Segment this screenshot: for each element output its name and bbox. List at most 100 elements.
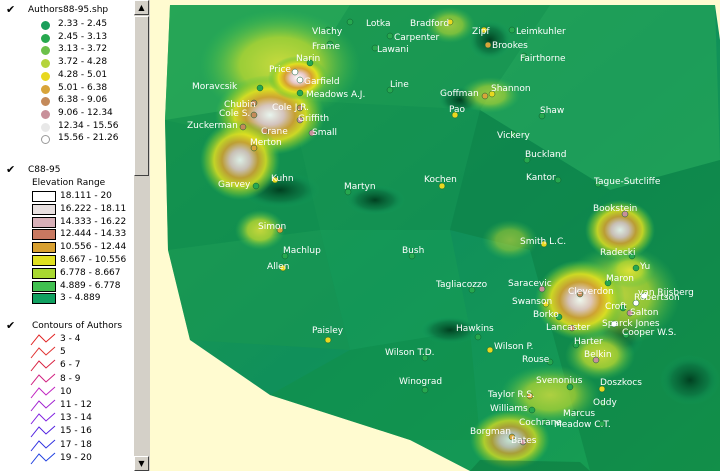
authors-legend-item: 4.28 - 5.01 [0,69,133,82]
legend-item-label: 6 - 7 [60,360,81,371]
author-point[interactable] [324,336,332,344]
point-symbol [41,135,50,145]
author-label: Cole S. [219,109,251,119]
author-label: Taylor R.S. [488,390,535,400]
author-label: Kantor [526,173,556,183]
author-label: Harter [574,337,603,347]
author-point[interactable] [296,89,304,97]
elevation-layer-title[interactable]: C88-95 [28,165,60,175]
author-label: Griffith [298,114,330,124]
authors-legend-item: 5.01 - 6.38 [0,82,133,95]
author-label: Fairthorne [520,54,566,64]
author-point[interactable] [239,123,247,131]
authors-layer-title[interactable]: Authors88-95.shp [28,5,108,15]
contour-legend-item: 3 - 4 [0,333,133,346]
author-label: Simon [258,222,287,232]
author-point[interactable] [346,18,354,26]
scroll-thumb[interactable] [134,16,149,176]
author-point[interactable] [486,346,494,354]
legend-scrollbar[interactable]: ▲ ▼ [133,0,150,471]
author-point[interactable] [421,386,429,394]
author-label: Goffman [440,89,479,99]
legend-item-label: 14.333 - 16.22 [60,216,127,227]
contour-line-symbol [30,346,56,359]
author-label: Bates [511,436,537,446]
point-symbol [41,97,50,107]
author-point[interactable] [252,182,260,190]
color-swatch [32,229,56,241]
author-label: Price [269,65,291,75]
author-label: Cooper W.S. [622,328,677,338]
author-label: Cole J.R. [272,103,309,113]
author-label: Saracevic [508,279,552,289]
contours-layer-title[interactable]: Contours of Authors [32,321,122,331]
point-symbol [41,21,50,30]
author-point[interactable] [291,68,299,76]
author-label: Machlup [283,246,321,256]
scroll-up-button[interactable]: ▲ [134,0,149,15]
author-label: Oddy [593,398,617,408]
author-label: Vickery [497,131,530,141]
author-label: Leimkuhler [516,27,566,37]
author-label: Paisley [312,326,344,336]
author-point[interactable] [296,76,304,84]
legend-item-label: 3 - 4.889 [60,293,101,304]
scroll-down-button[interactable]: ▼ [134,456,149,471]
legend-item-label: 10.556 - 12.44 [60,242,127,253]
authors-layer-checkbox[interactable]: ✔ [6,4,17,15]
contour-legend-item: 10 [0,386,133,399]
author-point[interactable] [481,92,489,100]
legend-item-label: 16.222 - 18.11 [60,203,127,214]
author-label: Wilson P. [494,342,534,352]
contour-line-symbol [30,373,56,385]
author-label: Hawkins [456,324,494,334]
contour-line-symbol [30,439,56,451]
elevation-legend-item: 6.778 - 8.667 [0,267,133,280]
author-point[interactable] [474,333,482,341]
author-label: Marcus [563,409,596,419]
elevation-legend-item: 12.444 - 14.33 [0,228,133,241]
contour-legend-item: 19 - 20 [0,452,133,465]
author-label: Carpenter [394,33,440,43]
author-label: Buckland [525,150,567,160]
author-point[interactable] [632,264,640,272]
author-point[interactable] [386,32,394,40]
contour-line-symbol [30,386,56,399]
legend-item-label: 9.06 - 12.34 [58,107,113,118]
contour-legend-item: 6 - 7 [0,359,133,372]
elevation-layer-subtitle: Elevation Range [32,178,106,188]
author-label: Yu [640,262,651,272]
authors-legend-item: 6.38 - 9.06 [0,94,133,107]
contours-layer-checkbox[interactable]: ✔ [6,320,17,331]
author-point[interactable] [484,41,492,49]
authors-legend-item: 9.06 - 12.34 [0,107,133,120]
elevation-surface-map[interactable] [150,0,720,471]
elevation-legend-item: 16.222 - 18.11 [0,203,133,216]
legend-item-label: 8 - 9 [60,373,81,384]
elevation-layer-checkbox[interactable]: ✔ [6,164,17,175]
elevation-legend-item: 14.333 - 16.22 [0,216,133,229]
author-point[interactable] [528,406,536,414]
elevation-legend-item: 8.667 - 10.556 [0,254,133,267]
author-label: Zuckerman [187,121,238,131]
legend-item-label: 12.34 - 15.56 [58,120,119,131]
legend-item-label: 3 - 4 [60,334,81,344]
legend-item-label: 19 - 20 [60,452,92,463]
legend-item-label: 12.444 - 14.33 [60,229,127,240]
contour-legend-item: 15 - 16 [0,425,133,438]
elevation-legend-item: 18.111 - 20 [0,190,133,203]
color-swatch [32,280,56,292]
map-view[interactable]: Lotka Bradford Zipf Leimkuhler Vlachy Carpent… [150,0,720,471]
author-label: Crane [261,127,288,137]
author-label: Croft [605,302,627,312]
author-point[interactable] [508,26,516,34]
contour-line-symbol [30,426,56,438]
author-label: Wilson T.D. [385,348,435,358]
author-label: Garfield [304,77,340,87]
author-label: Martyn [344,182,376,192]
author-point[interactable] [256,84,264,92]
legend-item-label: 6.38 - 9.06 [58,95,108,106]
point-symbol [41,46,50,56]
author-point[interactable] [250,111,258,119]
color-swatch [32,293,56,305]
